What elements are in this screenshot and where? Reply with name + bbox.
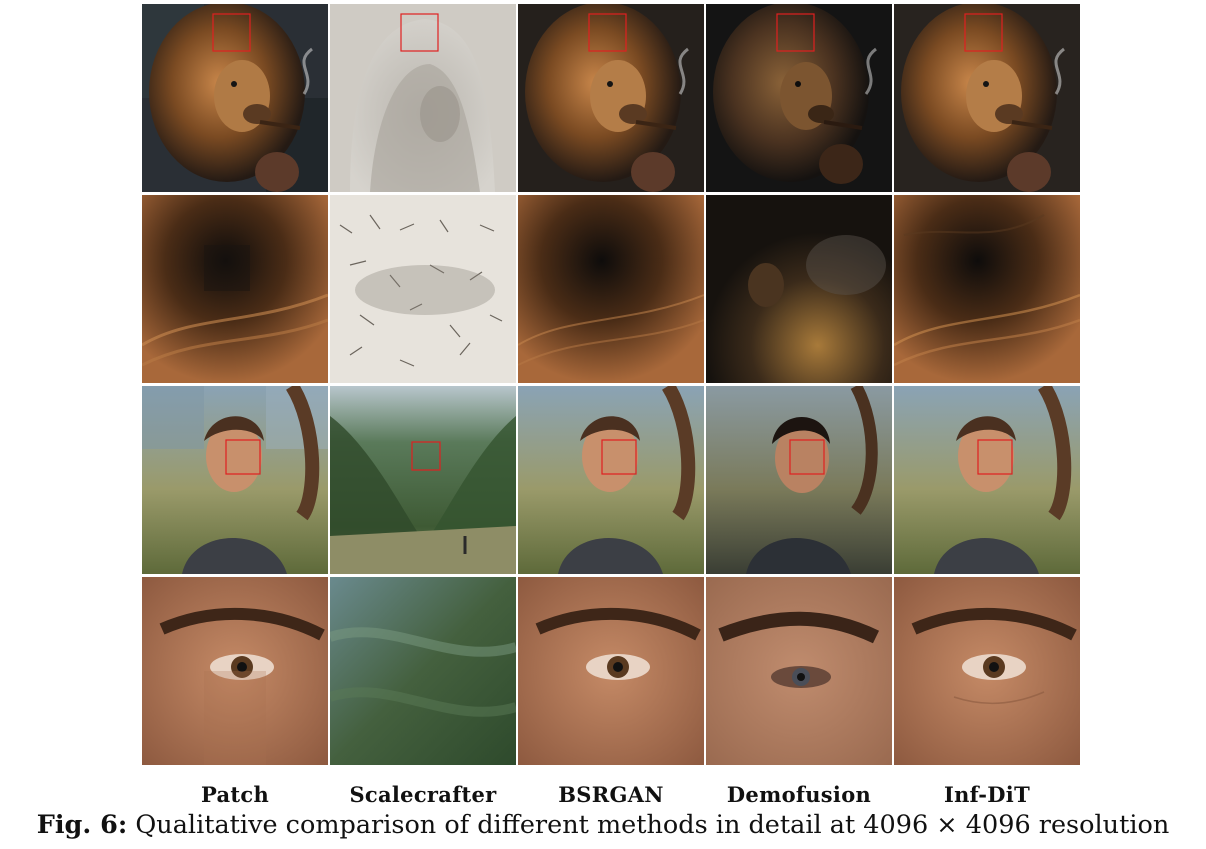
scalecrafter-lion-full-image <box>330 4 516 192</box>
inf-dit-man-detail-crop <box>894 577 1080 765</box>
inf-dit-lion-full-image <box>894 4 1080 192</box>
inf-dit-lion-detail-crop <box>894 195 1080 383</box>
bsrgan-lion-full-image <box>518 4 704 192</box>
scalecrafter-man-detail-crop <box>330 577 516 765</box>
figure-caption-text: Qualitative comparison of different meth… <box>127 810 1170 840</box>
patch-lion-full-image <box>142 4 328 192</box>
demofusion-lion-detail-crop <box>706 195 892 383</box>
scalecrafter-man-full-image <box>330 386 516 574</box>
scalecrafter-lion-detail-crop <box>330 195 516 383</box>
patch-lion-detail-crop <box>142 195 328 383</box>
demofusion-lion-full-image <box>706 4 892 192</box>
patch-man-detail-crop <box>142 577 328 765</box>
bsrgan-man-full-image <box>518 386 704 574</box>
demofusion-man-full-image <box>706 386 892 574</box>
figure-caption: Fig. 6: Qualitative comparison of differ… <box>0 810 1206 840</box>
bsrgan-man-detail-crop <box>518 577 704 765</box>
column-label-patch: Patch <box>200 782 270 807</box>
column-label-bsrgan: BSRGAN <box>558 782 664 807</box>
patch-man-full-image <box>142 386 328 574</box>
inf-dit-man-full-image <box>894 386 1080 574</box>
comparison-grid <box>142 4 1082 766</box>
column-label-scalecrafter: Scalecrafter <box>349 782 497 807</box>
demofusion-man-detail-crop <box>706 577 892 765</box>
figure-number: Fig. 6: <box>36 810 128 840</box>
column-labels: Patch Scalecrafter BSRGAN Demofusion Inf… <box>142 782 1082 808</box>
bsrgan-lion-detail-crop <box>518 195 704 383</box>
column-label-inf-dit: Inf-DiT <box>943 782 1030 807</box>
column-label-demofusion: Demofusion <box>726 782 872 807</box>
